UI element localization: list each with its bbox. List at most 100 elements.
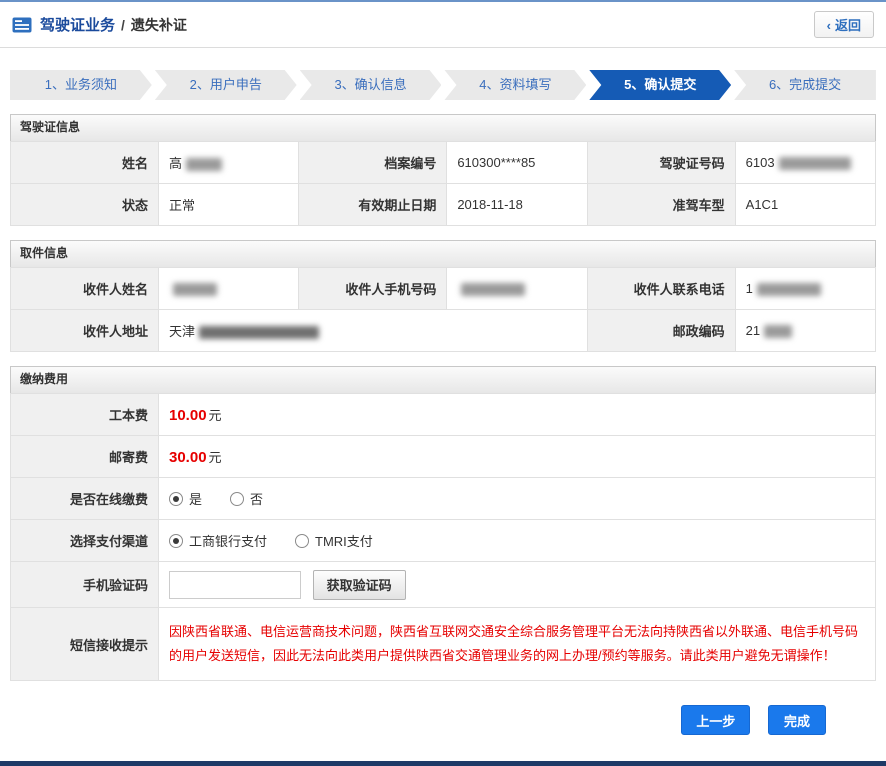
postage-fee-value-cell: 30.00元 [159, 436, 876, 478]
archive-no-value: 610300****85 [447, 142, 587, 184]
recipient-contact-label: 收件人联系电话 [587, 268, 735, 310]
recipient-address-value: 天津 [169, 324, 195, 339]
redacted-blur [173, 283, 217, 296]
online-payment-option-no[interactable]: 否 [230, 489, 263, 508]
recipient-mobile-label: 收件人手机号码 [299, 268, 447, 310]
zip-code-value-cell: 21 [735, 310, 875, 352]
sms-code-input[interactable] [169, 571, 301, 599]
finish-button[interactable]: 完成 [768, 705, 826, 735]
postage-fee-value: 30.00 [169, 449, 207, 466]
chevron-left-icon: ‹ [827, 18, 831, 33]
back-button[interactable]: ‹ 返回 [814, 11, 874, 38]
table-row: 姓名 高 档案编号 610300****85 驾驶证号码 6103 [11, 142, 876, 184]
table-row: 是否在线缴费 是 否 [11, 478, 876, 520]
postage-fee-label: 邮寄费 [11, 436, 159, 478]
license-no-value-cell: 6103 [735, 142, 875, 184]
postage-fee-unit: 元 [209, 450, 222, 465]
sms-code-cell: 获取验证码 [159, 562, 876, 608]
cost-fee-label: 工本费 [11, 394, 159, 436]
radio-checked-icon[interactable] [169, 492, 183, 506]
footer-actions: 上一步 完成 [0, 705, 826, 735]
payment-channel-label: 选择支付渠道 [11, 520, 159, 562]
online-payment-cell: 是 否 [159, 478, 876, 520]
payment-channel-cell: 工商银行支付 TMRI支付 [159, 520, 876, 562]
cost-fee-unit: 元 [209, 408, 222, 423]
license-no-value: 6103 [746, 155, 775, 170]
payment-channel-radio-group: 工商银行支付 TMRI支付 [169, 531, 869, 550]
table-row: 工本费 10.00元 [11, 394, 876, 436]
table-row: 选择支付渠道 工商银行支付 TMRI支付 [11, 520, 876, 562]
radio-unchecked-icon[interactable] [295, 534, 309, 548]
radio-option-label[interactable]: 否 [250, 489, 263, 508]
vehicle-type-label: 准驾车型 [587, 184, 735, 226]
zip-code-value: 21 [746, 323, 760, 338]
zip-code-label: 邮政编码 [587, 310, 735, 352]
step-6-complete-submit[interactable]: 6、完成提交 [734, 70, 876, 100]
name-value: 高 [169, 156, 182, 171]
page-header: 驾驶证业务 / 遗失补证 ‹ 返回 [0, 2, 886, 48]
get-sms-code-button[interactable]: 获取验证码 [313, 570, 406, 600]
name-label: 姓名 [11, 142, 159, 184]
pickup-info-section: 取件信息 收件人姓名 收件人手机号码 收件人联系电话 1 收件人地址 天津 邮政… [10, 240, 876, 352]
radio-option-label[interactable]: 是 [189, 489, 202, 508]
pickup-section-title: 取件信息 [10, 240, 876, 267]
recipient-address-label: 收件人地址 [11, 310, 159, 352]
expiry-date-value: 2018-11-18 [447, 184, 587, 226]
redacted-blur [186, 158, 222, 171]
license-section-title: 驾驶证信息 [10, 114, 876, 141]
sms-notice-text: 因陕西省联通、电信运营商技术问题，陕西省互联网交通安全综合服务管理平台无法向持陕… [159, 608, 876, 681]
pickup-info-table: 收件人姓名 收件人手机号码 收件人联系电话 1 收件人地址 天津 邮政编码 21 [10, 267, 876, 352]
table-row: 收件人姓名 收件人手机号码 收件人联系电话 1 [11, 268, 876, 310]
radio-option-label[interactable]: 工商银行支付 [189, 531, 267, 550]
status-label: 状态 [11, 184, 159, 226]
channel-option-icbc[interactable]: 工商银行支付 [169, 531, 267, 550]
page-title: 驾驶证业务 [40, 14, 115, 35]
recipient-name-value-cell [159, 268, 299, 310]
table-row: 短信接收提示 因陕西省联通、电信运营商技术问题，陕西省互联网交通安全综合服务管理… [11, 608, 876, 681]
online-payment-radio-group: 是 否 [169, 489, 869, 508]
radio-option-label[interactable]: TMRI支付 [315, 531, 373, 550]
table-row: 收件人地址 天津 邮政编码 21 [11, 310, 876, 352]
vehicle-type-value: A1C1 [735, 184, 875, 226]
name-value-cell: 高 [159, 142, 299, 184]
fees-table: 工本费 10.00元 邮寄费 30.00元 是否在线缴费 是 否 选择支付渠道 … [10, 393, 876, 681]
fees-section-title: 缴纳费用 [10, 366, 876, 393]
step-3-confirm-info[interactable]: 3、确认信息 [300, 70, 442, 100]
recipient-contact-value-cell: 1 [735, 268, 875, 310]
page-subtitle: 遗失补证 [131, 15, 187, 35]
fees-section: 缴纳费用 工本费 10.00元 邮寄费 30.00元 是否在线缴费 是 否 选择… [10, 366, 876, 681]
channel-option-tmri[interactable]: TMRI支付 [295, 531, 373, 550]
online-payment-label: 是否在线缴费 [11, 478, 159, 520]
recipient-mobile-value-cell [447, 268, 587, 310]
recipient-address-value-cell: 天津 [159, 310, 588, 352]
table-row: 手机验证码 获取验证码 [11, 562, 876, 608]
sms-notice-label: 短信接收提示 [11, 608, 159, 681]
previous-step-button[interactable]: 上一步 [681, 705, 750, 735]
step-5-confirm-submit[interactable]: 5、确认提交 [589, 70, 731, 100]
radio-unchecked-icon[interactable] [230, 492, 244, 506]
license-info-table: 姓名 高 档案编号 610300****85 驾驶证号码 6103 状态 正常 … [10, 141, 876, 226]
back-button-label: 返回 [835, 18, 861, 33]
table-row: 状态 正常 有效期止日期 2018-11-18 准驾车型 A1C1 [11, 184, 876, 226]
redacted-blur [461, 283, 525, 296]
step-2-user-declaration[interactable]: 2、用户申告 [155, 70, 297, 100]
cost-fee-value: 10.00 [169, 407, 207, 424]
cost-fee-value-cell: 10.00元 [159, 394, 876, 436]
redacted-blur [779, 157, 851, 170]
redacted-blur [757, 283, 821, 296]
redacted-blur [764, 325, 792, 338]
table-row: 邮寄费 30.00元 [11, 436, 876, 478]
radio-checked-icon[interactable] [169, 534, 183, 548]
license-form-icon [12, 17, 32, 33]
online-payment-option-yes[interactable]: 是 [169, 489, 202, 508]
recipient-name-label: 收件人姓名 [11, 268, 159, 310]
license-no-label: 驾驶证号码 [587, 142, 735, 184]
step-4-fill-data[interactable]: 4、资料填写 [444, 70, 586, 100]
expiry-date-label: 有效期止日期 [299, 184, 447, 226]
step-1-business-notice[interactable]: 1、业务须知 [10, 70, 152, 100]
recipient-contact-value: 1 [746, 281, 753, 296]
license-info-section: 驾驶证信息 姓名 高 档案编号 610300****85 驾驶证号码 6103 … [10, 114, 876, 226]
bottom-navy-bar [0, 761, 886, 766]
status-value: 正常 [159, 184, 299, 226]
breadcrumb-separator: / [121, 17, 125, 33]
